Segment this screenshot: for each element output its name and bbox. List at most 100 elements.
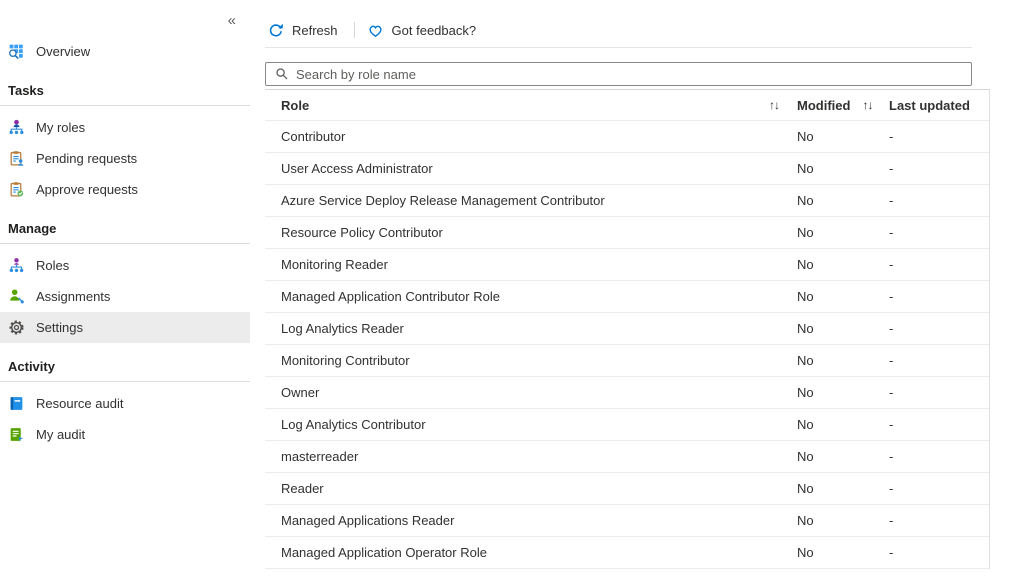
- last-updated-cell: -: [889, 289, 989, 304]
- table-row[interactable]: OwnerNo-: [265, 377, 989, 409]
- last-updated-cell: -: [889, 225, 989, 240]
- modified-cell: No: [797, 385, 889, 400]
- last-updated-cell: -: [889, 321, 989, 336]
- sidebar-item-pending-requests[interactable]: Pending requests: [0, 143, 250, 174]
- feedback-label: Got feedback?: [392, 23, 477, 38]
- pending-requests-icon: [8, 150, 25, 167]
- sidebar-item-label: Roles: [36, 258, 69, 273]
- role-cell: Monitoring Reader: [265, 257, 797, 272]
- sidebar-section-activity: Activity Resource audit My audit: [0, 357, 250, 450]
- role-cell: Managed Application Operator Role: [265, 545, 797, 560]
- role-cell: Monitoring Contributor: [265, 353, 797, 368]
- refresh-label: Refresh: [292, 23, 338, 38]
- divider: [0, 381, 250, 382]
- modified-cell: No: [797, 193, 889, 208]
- sort-role-icon[interactable]: ↑↓: [769, 98, 779, 112]
- sidebar-item-label: Overview: [36, 44, 90, 59]
- role-cell: Contributor: [265, 129, 797, 144]
- command-bar: Refresh Got feedback?: [265, 16, 1011, 44]
- table-row[interactable]: ContributorNo-: [265, 121, 989, 153]
- settings-icon: [8, 319, 25, 336]
- last-updated-cell: -: [889, 417, 989, 432]
- table-row[interactable]: ReaderNo-: [265, 473, 989, 505]
- sidebar-collapse-row: «: [0, 12, 250, 36]
- sidebar-section-tasks: Tasks My roles Pending requests Approve req…: [0, 81, 250, 205]
- modified-header-cell: Modified ↑↓: [797, 98, 889, 113]
- table-row[interactable]: Log Analytics ReaderNo-: [265, 313, 989, 345]
- last-updated-cell: -: [889, 353, 989, 368]
- sidebar-item-label: My roles: [36, 120, 85, 135]
- sidebar-item-assignments[interactable]: Assignments: [0, 281, 250, 312]
- table-row[interactable]: masterreaderNo-: [265, 441, 989, 473]
- table-row[interactable]: Monitoring ReaderNo-: [265, 249, 989, 281]
- toolbar-divider: [265, 47, 972, 48]
- last-updated-cell: -: [889, 481, 989, 496]
- table-row[interactable]: Managed Application Contributor RoleNo-: [265, 281, 989, 313]
- column-header-role[interactable]: Role: [281, 98, 309, 113]
- table-row[interactable]: User Access AdministratorNo-: [265, 153, 989, 185]
- sidebar-section-header: Manage: [0, 219, 250, 243]
- modified-cell: No: [797, 257, 889, 272]
- modified-cell: No: [797, 129, 889, 144]
- modified-cell: No: [797, 545, 889, 560]
- refresh-button[interactable]: Refresh: [265, 18, 344, 43]
- sidebar-section-manage: Manage Roles AssignmentsSettings: [0, 219, 250, 343]
- sidebar-item-settings[interactable]: Settings: [0, 312, 250, 343]
- sidebar-section-header: Activity: [0, 357, 250, 381]
- search-input[interactable]: [296, 67, 963, 82]
- role-cell: Resource Policy Contributor: [265, 225, 797, 240]
- sidebar-item-my-roles[interactable]: My roles: [0, 112, 250, 143]
- heart-icon: [367, 22, 384, 39]
- sort-modified-icon[interactable]: ↑↓: [862, 98, 872, 112]
- table-row[interactable]: Log Analytics ContributorNo-: [265, 409, 989, 441]
- column-header-modified[interactable]: Modified: [797, 98, 850, 113]
- feedback-button[interactable]: Got feedback?: [365, 18, 483, 43]
- role-cell: Reader: [265, 481, 797, 496]
- last-updated-cell: -: [889, 193, 989, 208]
- sidebar-item-label: Approve requests: [36, 182, 138, 197]
- last-updated-cell: -: [889, 545, 989, 560]
- modified-cell: No: [797, 161, 889, 176]
- sidebar-item-my-audit[interactable]: My audit: [0, 419, 250, 450]
- last-updated-cell: -: [889, 129, 989, 144]
- role-cell: Managed Applications Reader: [265, 513, 797, 528]
- table-row[interactable]: Managed Application Operator RoleNo-: [265, 537, 989, 569]
- sidebar-item-approve-requests[interactable]: Approve requests: [0, 174, 250, 205]
- last-updated-cell: -: [889, 385, 989, 400]
- modified-cell: No: [797, 417, 889, 432]
- modified-cell: No: [797, 353, 889, 368]
- modified-cell: No: [797, 289, 889, 304]
- my-audit-icon: [8, 426, 25, 443]
- main-content: Refresh Got feedback? Role ↑↓ Modified ↑: [250, 0, 1011, 587]
- sidebar-section-header: Tasks: [0, 81, 250, 105]
- table-row[interactable]: Resource Policy ContributorNo-: [265, 217, 989, 249]
- sidebar-item-roles[interactable]: Roles: [0, 250, 250, 281]
- refresh-icon: [267, 22, 284, 39]
- modified-cell: No: [797, 225, 889, 240]
- table-row[interactable]: Monitoring ContributorNo-: [265, 345, 989, 377]
- table-row[interactable]: Managed Applications ReaderNo-: [265, 505, 989, 537]
- role-cell: Owner: [265, 385, 797, 400]
- last-updated-header-cell: Last updated: [889, 98, 989, 113]
- search-box[interactable]: [265, 62, 972, 86]
- last-updated-cell: -: [889, 257, 989, 272]
- column-header-last-updated: Last updated: [889, 98, 970, 113]
- roles-table: Role ↑↓ Modified ↑↓ Last updated Contrib…: [265, 89, 990, 569]
- sidebar: « Overview Tasks My roles Pending requests A…: [0, 0, 250, 587]
- sidebar-item-overview[interactable]: Overview: [0, 36, 250, 67]
- last-updated-cell: -: [889, 449, 989, 464]
- table-row[interactable]: Azure Service Deploy Release Management …: [265, 185, 989, 217]
- search-icon: [274, 66, 290, 82]
- role-cell: masterreader: [265, 449, 797, 464]
- roles-icon: [8, 257, 25, 274]
- sidebar-item-resource-audit[interactable]: Resource audit: [0, 388, 250, 419]
- resource-audit-icon: [8, 395, 25, 412]
- sidebar-item-label: My audit: [36, 427, 85, 442]
- table-body: ContributorNo-User Access AdministratorN…: [265, 121, 989, 569]
- modified-cell: No: [797, 321, 889, 336]
- modified-cell: No: [797, 481, 889, 496]
- collapse-sidebar-button[interactable]: «: [228, 12, 236, 29]
- role-cell: Azure Service Deploy Release Management …: [265, 193, 797, 208]
- last-updated-cell: -: [889, 161, 989, 176]
- assignments-icon: [8, 288, 25, 305]
